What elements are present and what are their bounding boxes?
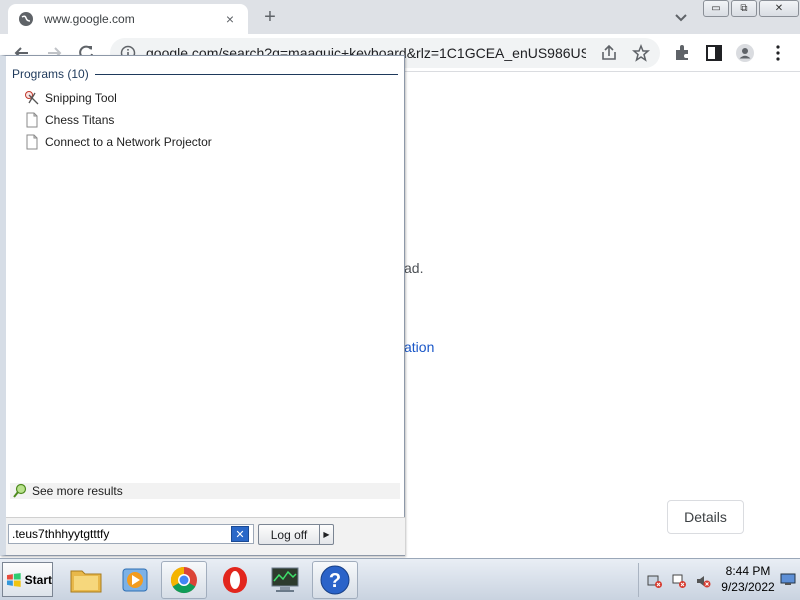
system-clock[interactable]: 8:44 PM 9/23/2022 (718, 563, 778, 595)
bookmark-star-icon[interactable] (632, 44, 650, 62)
see-more-results-link[interactable]: See more results (10, 483, 400, 499)
taskbar-chrome[interactable] (161, 561, 207, 599)
close-window-button[interactable]: ✕ (759, 0, 799, 17)
tab-title: www.google.com (44, 12, 135, 26)
clock-time: 8:44 PM (725, 564, 771, 578)
new-tab-button[interactable]: + (258, 6, 282, 30)
start-label: Start (24, 572, 52, 587)
opera-icon (223, 567, 247, 593)
browser-tab[interactable]: www.google.com × (8, 4, 248, 34)
programs-heading: Programs (10) (12, 67, 398, 81)
program-label: Connect to a Network Projector (45, 135, 212, 149)
action-center-warning-icon[interactable] (647, 573, 663, 589)
monitor-icon (271, 567, 299, 592)
globe-icon (19, 12, 33, 26)
browser-menu-icon[interactable] (768, 43, 788, 63)
tab-search-chevron-icon[interactable] (672, 8, 690, 26)
magnifier-icon (13, 483, 27, 498)
program-label: Chess Titans (45, 113, 115, 127)
shutdown-options-arrow[interactable]: ▶ (320, 524, 334, 545)
share-icon[interactable] (600, 44, 618, 62)
start-search-box[interactable]: ✕ (8, 524, 254, 544)
help-icon: ? (320, 565, 350, 595)
document-icon (26, 112, 38, 128)
program-label: Snipping Tool (45, 91, 117, 105)
show-desktop-icon[interactable] (780, 571, 796, 587)
taskbar-help[interactable]: ? (312, 561, 358, 599)
browser-tab-strip: www.google.com × + ▭ ⧉ ✕ (0, 0, 800, 34)
document-icon (26, 134, 38, 150)
start-button[interactable]: Start (2, 562, 53, 597)
taskbar: Start ? 8:44 PM 9/23/2022 (0, 558, 800, 600)
log-off-button[interactable]: Log off (258, 524, 320, 545)
see-more-label: See more results (32, 484, 123, 498)
page-partial-link[interactable]: ation (404, 339, 434, 355)
taskbar-system-monitor[interactable] (262, 561, 308, 599)
restore-button[interactable]: ⧉ (731, 0, 757, 17)
side-panel-icon[interactable] (704, 43, 724, 63)
desktop-screen: www.google.com × + ▭ ⧉ ✕ google.com/sear… (0, 0, 800, 600)
notification-area (638, 563, 718, 597)
log-off-control: Log off ▶ (258, 524, 334, 545)
heading-divider (94, 73, 398, 75)
volume-muted-icon[interactable] (695, 573, 711, 589)
start-menu: Programs (10) Snipping Tool Chess Titans… (0, 55, 405, 556)
media-player-icon (122, 568, 148, 592)
taskbar-media-player[interactable] (112, 561, 158, 599)
profile-avatar-icon[interactable] (735, 43, 755, 63)
taskbar-file-explorer[interactable] (63, 561, 109, 599)
svg-text:?: ? (329, 570, 341, 592)
minimize-button[interactable]: ▭ (703, 0, 729, 17)
windows-flag-icon (6, 572, 21, 587)
program-item-network-projector[interactable]: Connect to a Network Projector (24, 132, 212, 152)
extensions-icon[interactable] (672, 43, 692, 63)
details-button[interactable]: Details (667, 500, 744, 534)
scissors-icon (25, 91, 39, 105)
clock-date: 9/23/2022 (721, 580, 775, 594)
folder-icon (70, 570, 102, 593)
programs-heading-label: Programs (10) (12, 67, 89, 81)
taskbar-opera[interactable] (212, 561, 258, 599)
program-item-chess-titans[interactable]: Chess Titans (24, 110, 114, 130)
start-search-input[interactable] (9, 525, 231, 543)
start-menu-footer: ✕ Log off ▶ (6, 517, 405, 555)
network-disconnected-icon[interactable] (671, 573, 687, 589)
page-partial-text: ad. (404, 260, 424, 276)
chrome-icon (170, 566, 197, 594)
clear-search-button[interactable]: ✕ (231, 526, 249, 542)
tab-close-button[interactable]: × (222, 11, 238, 27)
window-controls: ▭ ⧉ ✕ (703, 0, 799, 17)
program-item-snipping-tool[interactable]: Snipping Tool (24, 88, 117, 108)
